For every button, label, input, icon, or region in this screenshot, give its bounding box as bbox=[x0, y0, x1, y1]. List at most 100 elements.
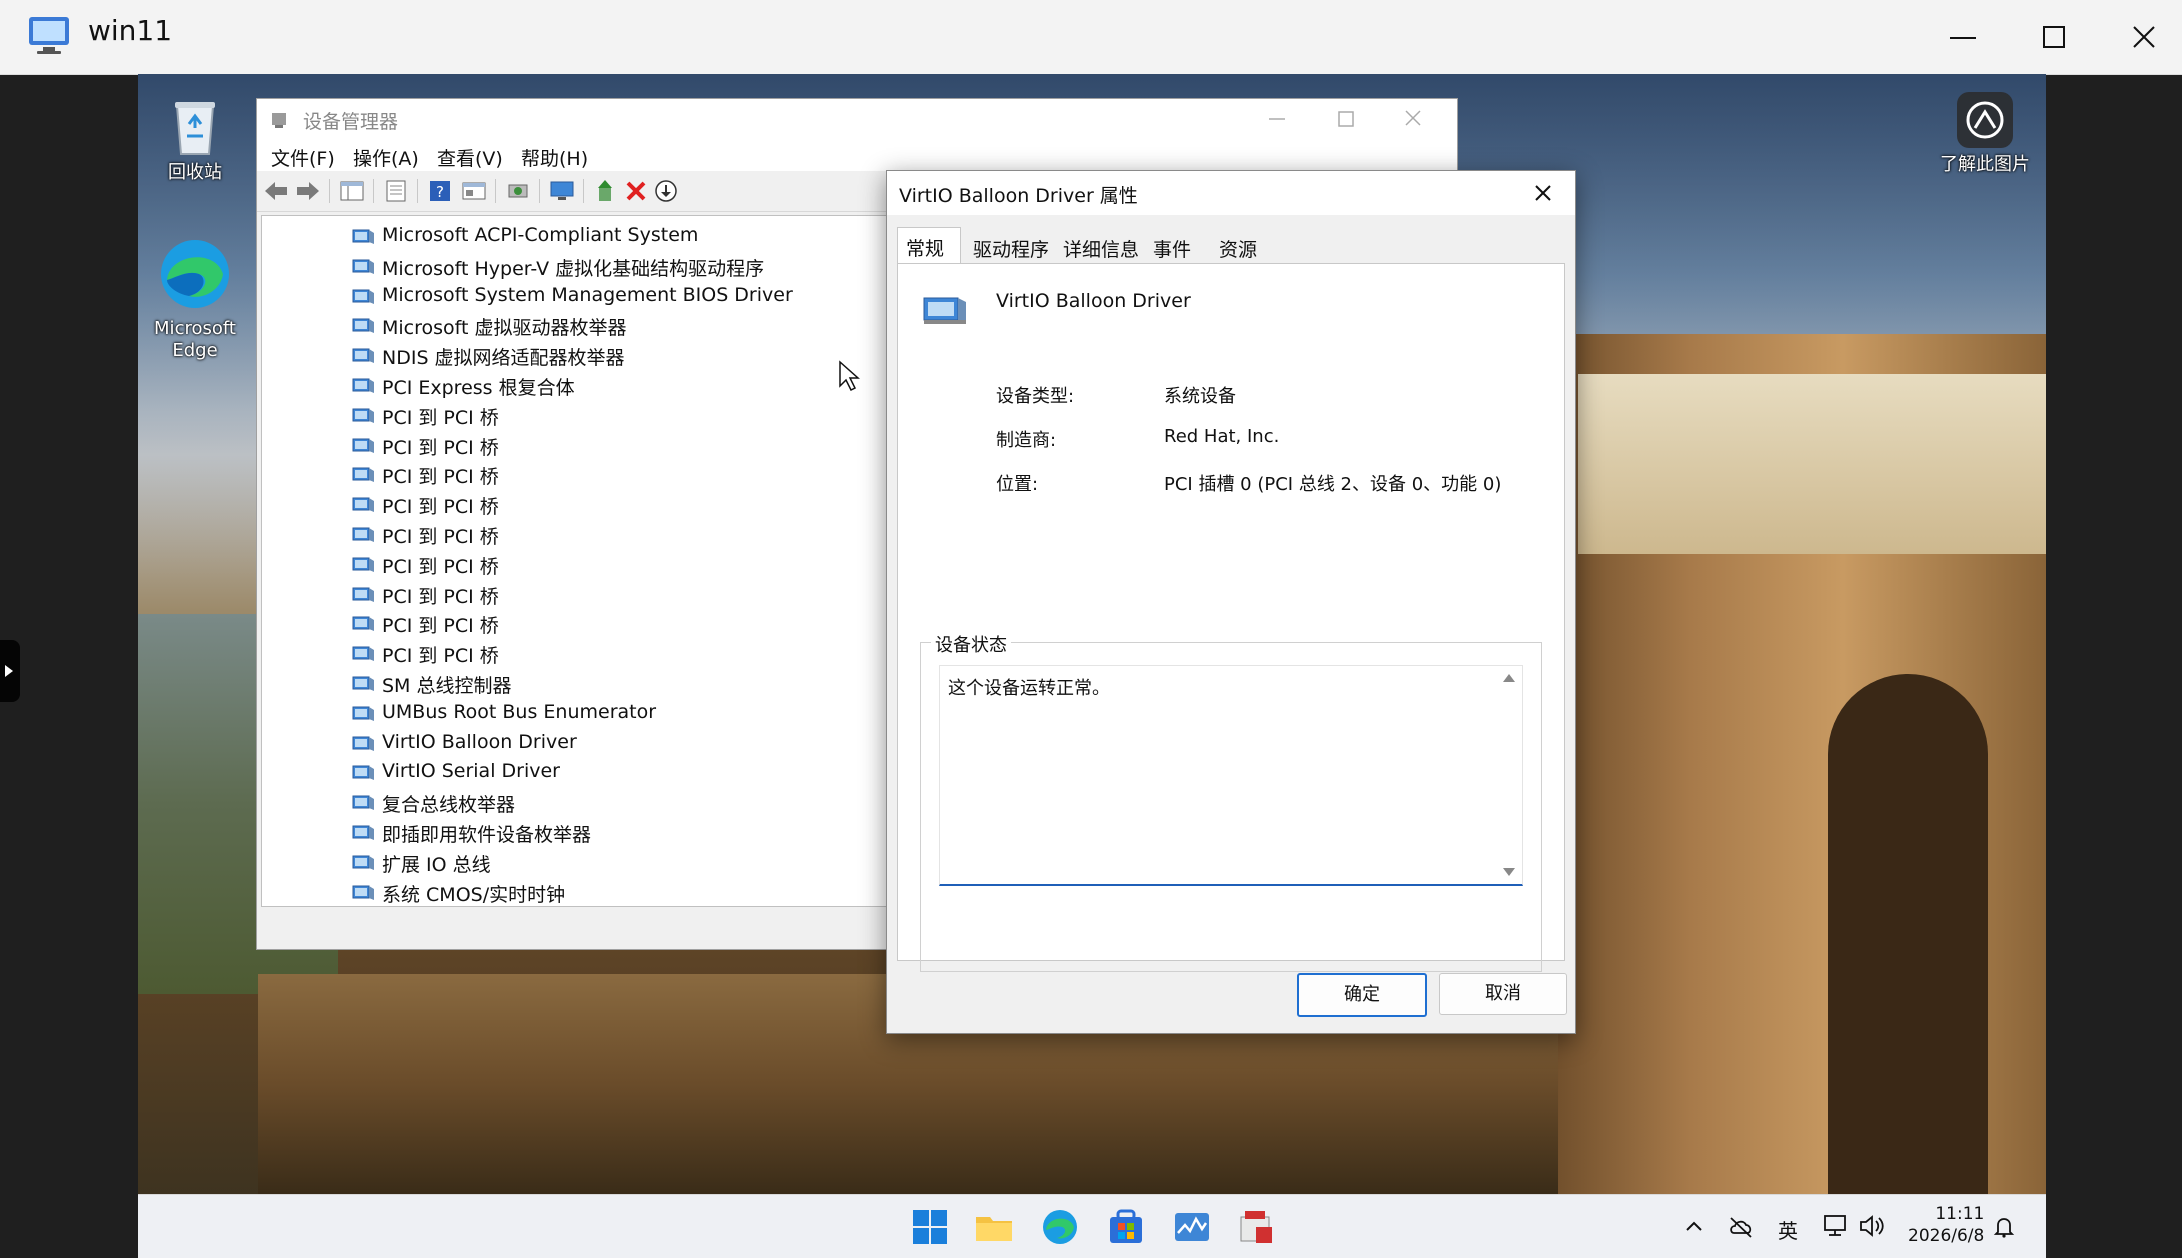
clock[interactable]: 11:11 2026/6/8 bbox=[1908, 1203, 1984, 1247]
system-device-icon bbox=[352, 229, 374, 244]
monitor-icon[interactable] bbox=[549, 179, 575, 203]
forward-icon[interactable] bbox=[295, 179, 321, 203]
chevron-up-icon[interactable] bbox=[1684, 1217, 1704, 1237]
svg-text:?: ? bbox=[436, 183, 444, 201]
system-device-icon bbox=[352, 557, 374, 572]
system-device-icon bbox=[352, 438, 374, 453]
network-icon[interactable] bbox=[1822, 1213, 1850, 1239]
show-hide-tree-icon[interactable] bbox=[339, 179, 365, 203]
edge-icon[interactable] bbox=[1040, 1207, 1080, 1247]
desktop-icon-recycle-bin[interactable]: 回收站 bbox=[140, 96, 250, 184]
store-icon[interactable] bbox=[1106, 1207, 1146, 1247]
system-device-icon bbox=[352, 587, 374, 602]
tab-driver[interactable]: 驱动程序 bbox=[965, 229, 1055, 263]
system-device-icon bbox=[352, 259, 374, 274]
side-panel-toggle[interactable] bbox=[0, 640, 20, 702]
tab-resources[interactable]: 资源 bbox=[1211, 229, 1273, 263]
device-type-value: 系统设备 bbox=[1164, 386, 1236, 407]
file-explorer-icon[interactable] bbox=[974, 1207, 1014, 1247]
device-status-group: 设备状态 这个设备运转正常。 bbox=[920, 631, 1542, 972]
device-status-text: 这个设备运转正常。 bbox=[948, 678, 1110, 699]
tree-item-label: Microsoft 虚拟驱动器枚举器 bbox=[382, 317, 627, 340]
clock-time: 11:11 bbox=[1935, 1204, 1985, 1224]
cloud-off-icon[interactable] bbox=[1728, 1215, 1754, 1239]
dm-minimize-button[interactable] bbox=[1257, 105, 1297, 133]
system-device-icon bbox=[352, 706, 374, 721]
host-minimize-button[interactable] bbox=[1916, 0, 2008, 74]
menu-view[interactable]: 查看(V) bbox=[437, 144, 503, 171]
help-icon[interactable]: ? bbox=[427, 179, 453, 203]
learn-picture-icon bbox=[1957, 92, 2013, 148]
host-window-title: win11 bbox=[88, 14, 173, 47]
view-icon[interactable] bbox=[461, 179, 487, 203]
system-device-icon bbox=[352, 646, 374, 662]
desktop-icon-label: Microsoft Edge bbox=[154, 318, 236, 361]
desktop-icon-edge[interactable]: Microsoft Edge bbox=[140, 234, 250, 362]
back-icon[interactable] bbox=[263, 179, 289, 203]
desktop-icon-label: 了解此图片 bbox=[1940, 154, 2030, 175]
scroll-down-icon[interactable] bbox=[1502, 866, 1516, 878]
tree-item-label: 即插即用软件设备枚举器 bbox=[382, 824, 592, 846]
host-close-button[interactable] bbox=[2098, 0, 2182, 74]
menu-file[interactable]: 文件(F) bbox=[271, 144, 335, 171]
system-device-icon bbox=[352, 765, 374, 781]
update-driver-icon[interactable] bbox=[593, 179, 619, 203]
desktop-icon-learn-picture[interactable]: 了解此图片 bbox=[1930, 90, 2040, 176]
tree-item-label: PCI 到 PCI 桥 bbox=[382, 406, 499, 429]
manufacturer-value: Red Hat, Inc. bbox=[1164, 426, 1280, 447]
tree-item-label: PCI 到 PCI 桥 bbox=[382, 615, 499, 638]
tab-details[interactable]: 详细信息 bbox=[1055, 229, 1145, 263]
system-device-icon bbox=[352, 408, 374, 423]
vm-screen: 回收站 Microsoft Edge 了解此图片 设备管理器 文件(F) 操作(… bbox=[138, 74, 2046, 1258]
download-icon[interactable] bbox=[653, 179, 679, 203]
device-tool-icon[interactable] bbox=[1236, 1207, 1276, 1247]
tree-item-label: PCI 到 PCI 桥 bbox=[382, 466, 499, 489]
tree-item-label: PCI 到 PCI 桥 bbox=[382, 436, 499, 459]
tree-item-label: PCI 到 PCI 桥 bbox=[382, 496, 499, 519]
dm-close-button[interactable] bbox=[1393, 105, 1433, 133]
tree-item-label: PCI 到 PCI 桥 bbox=[382, 526, 499, 548]
cancel-button[interactable]: 取消 bbox=[1439, 973, 1567, 1015]
notification-bell-icon[interactable] bbox=[1992, 1215, 2016, 1239]
task-manager-icon[interactable] bbox=[1172, 1207, 1212, 1247]
tree-item-label: 扩展 IO 总线 bbox=[382, 853, 491, 876]
device-status-title: 设备状态 bbox=[931, 631, 1011, 657]
tree-item-label: Microsoft ACPI-Compliant System bbox=[382, 224, 699, 246]
uninstall-icon[interactable] bbox=[623, 179, 649, 203]
tree-item-label: Microsoft Hyper-V 虚拟化基础结构驱动程序 bbox=[382, 257, 765, 280]
device-status-textbox[interactable]: 这个设备运转正常。 bbox=[939, 665, 1523, 886]
properties-titlebar: VirtIO Balloon Driver 属性 bbox=[887, 171, 1575, 215]
device-manager-title: 设备管理器 bbox=[303, 111, 399, 133]
system-device-icon bbox=[352, 378, 374, 393]
device-type-label: 设备类型: bbox=[996, 386, 1075, 407]
tree-item-label: PCI 到 PCI 桥 bbox=[382, 645, 499, 668]
dm-maximize-button[interactable] bbox=[1325, 105, 1365, 133]
system-device-icon bbox=[352, 527, 374, 542]
system-device-icon bbox=[352, 348, 374, 364]
system-device-icon bbox=[352, 885, 374, 900]
properties-close-button[interactable] bbox=[1517, 175, 1569, 211]
ok-button[interactable]: 确定 bbox=[1297, 973, 1427, 1017]
properties-dialog: VirtIO Balloon Driver 属性 常规 驱动程序 详细信息 事件… bbox=[886, 170, 1576, 1034]
host-titlebar: win11 bbox=[0, 0, 2182, 75]
tab-events[interactable]: 事件 bbox=[1145, 229, 1207, 263]
tree-item-label: 复合总线枚举器 bbox=[382, 794, 516, 817]
scroll-up-icon[interactable] bbox=[1502, 672, 1516, 684]
tree-item-label: SM 总线控制器 bbox=[382, 675, 512, 697]
ime-indicator[interactable]: 英 bbox=[1778, 1215, 1798, 1244]
volume-icon[interactable] bbox=[1858, 1213, 1886, 1239]
system-device-icon bbox=[352, 318, 374, 334]
tree-item-label: VirtIO Serial Driver bbox=[382, 760, 560, 783]
menu-action[interactable]: 操作(A) bbox=[353, 144, 419, 171]
host-maximize-button[interactable] bbox=[2008, 0, 2100, 74]
properties-icon[interactable] bbox=[383, 179, 409, 203]
system-device-icon bbox=[352, 855, 374, 870]
tab-general[interactable]: 常规 bbox=[897, 227, 961, 264]
system-device-icon bbox=[352, 676, 374, 691]
system-device-icon bbox=[352, 616, 374, 632]
tree-item-label: UMBus Root Bus Enumerator bbox=[382, 700, 657, 723]
system-device-icon bbox=[352, 736, 374, 751]
start-icon[interactable] bbox=[910, 1207, 950, 1247]
scan-hardware-icon[interactable] bbox=[505, 179, 531, 203]
menu-help[interactable]: 帮助(H) bbox=[521, 144, 588, 171]
